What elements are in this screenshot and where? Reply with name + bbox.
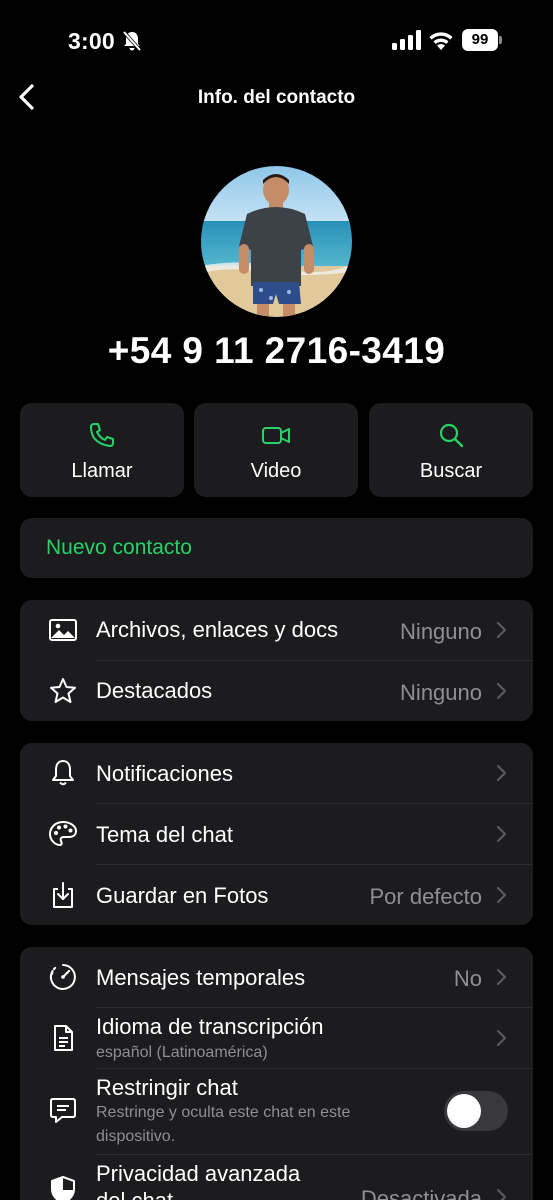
starred-title: Destacados: [96, 678, 213, 703]
starred-row[interactable]: Destacados Ninguno: [20, 661, 533, 721]
call-button[interactable]: Llamar: [20, 403, 184, 497]
timer-icon: [48, 962, 78, 992]
palette-icon: [48, 819, 78, 849]
restrict-chat-row: Restringir chat Restringe y oculta este …: [20, 1069, 533, 1154]
media-files-value: Ninguno: [400, 619, 482, 644]
chevron-right-icon: [495, 1029, 507, 1047]
notifications-title: Notificaciones: [96, 761, 233, 786]
bell-icon: [48, 758, 78, 788]
save-icon: [48, 880, 78, 910]
transcription-language-subtitle: español (Latinoamérica): [96, 1044, 268, 1061]
video-button[interactable]: Video: [194, 403, 358, 497]
toggle-knob: [447, 1094, 481, 1128]
wifi-icon: [428, 29, 454, 50]
signal-icon: [392, 30, 422, 50]
contact-phone-number: +54 9 11 2716-3419: [107, 330, 446, 371]
chat-theme-title: Tema del chat: [96, 822, 233, 847]
shield-icon: [48, 1175, 78, 1200]
chat-lock-icon: [48, 1095, 78, 1125]
media-files-row[interactable]: Archivos, enlaces y docs Ninguno: [20, 600, 533, 660]
notifications-row[interactable]: Notificaciones: [20, 743, 533, 803]
new-contact-label: Nuevo contacto: [46, 536, 192, 559]
starred-value: Ninguno: [400, 680, 482, 705]
media-files-title: Archivos, enlaces y docs: [96, 617, 339, 642]
chevron-right-icon: [495, 886, 507, 904]
video-label: Video: [250, 460, 302, 482]
bell-off-icon: [122, 30, 142, 52]
call-label: Llamar: [71, 460, 133, 482]
battery-icon: 99: [462, 29, 502, 51]
star-icon: [48, 676, 78, 706]
chevron-right-icon: [495, 621, 507, 639]
disappearing-messages-value: No: [453, 966, 482, 991]
privacy-section: Mensajes temporales No Idioma de transcr…: [20, 947, 533, 1200]
transcription-language-row[interactable]: Idioma de transcripción español (Latinoa…: [20, 1008, 533, 1068]
search-icon: [437, 421, 465, 449]
page-title: Info. del contacto: [197, 87, 356, 108]
search-label: Buscar: [419, 460, 483, 482]
restrict-chat-subtitle-line1: Restringe y oculta este chat en este: [96, 1104, 351, 1121]
advanced-privacy-row[interactable]: Privacidad avanzada del chat Desactivada: [20, 1155, 533, 1200]
restrict-chat-toggle[interactable]: [444, 1091, 508, 1131]
restrict-chat-subtitle-line2: dispositivo.: [96, 1128, 176, 1145]
status-bar: 3:00 99: [0, 0, 553, 80]
advanced-privacy-title: Privacidad avanzada: [96, 1161, 301, 1186]
media-section: Archivos, enlaces y docs Ninguno Destaca…: [20, 600, 533, 721]
document-icon: [48, 1023, 78, 1053]
disappearing-messages-row[interactable]: Mensajes temporales No: [20, 947, 533, 1007]
disappearing-messages-title: Mensajes temporales: [96, 965, 306, 990]
settings-section: Notificaciones Tema del chat Guardar en …: [20, 743, 533, 925]
video-icon: [262, 421, 290, 449]
contact-avatar[interactable]: [201, 166, 352, 317]
search-button[interactable]: Buscar: [369, 403, 533, 497]
chevron-right-icon: [495, 682, 507, 700]
battery-level: 99: [462, 29, 498, 51]
restrict-chat-title: Restringir chat: [96, 1075, 238, 1100]
chevron-right-icon: [495, 825, 507, 843]
battery-tip: [499, 36, 502, 44]
image-icon: [48, 615, 78, 645]
chevron-right-icon: [495, 1188, 507, 1200]
chat-theme-row[interactable]: Tema del chat: [20, 804, 533, 864]
save-to-photos-value: Por defecto: [369, 884, 482, 909]
save-to-photos-title: Guardar en Fotos: [96, 883, 269, 908]
new-contact-button[interactable]: Nuevo contacto: [20, 518, 533, 578]
save-to-photos-row[interactable]: Guardar en Fotos Por defecto: [20, 865, 533, 925]
advanced-privacy-title-line2: del chat: [96, 1188, 173, 1200]
transcription-language-title: Idioma de transcripción: [96, 1014, 324, 1039]
status-time: 3:00: [68, 28, 115, 54]
chevron-right-icon: [495, 968, 507, 986]
advanced-privacy-value: Desactivada: [360, 1186, 482, 1200]
chevron-right-icon: [495, 764, 507, 782]
phone-icon: [88, 421, 116, 449]
